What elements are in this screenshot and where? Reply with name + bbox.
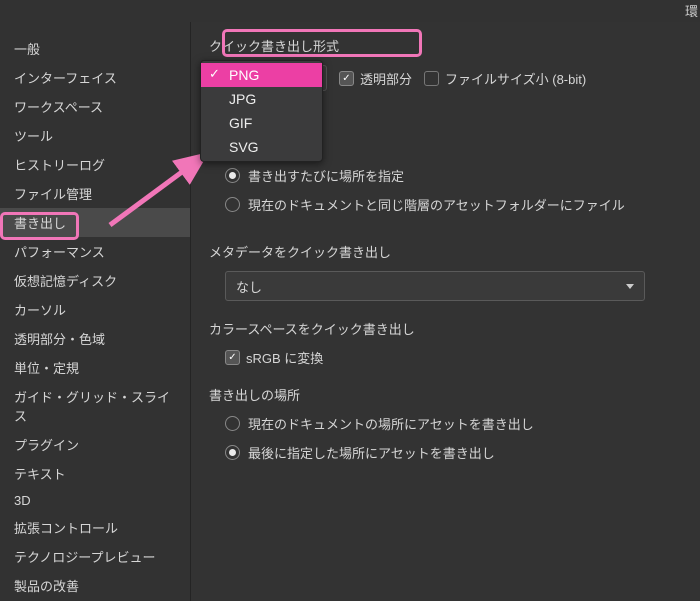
radio-asset-folder[interactable]: 現在のドキュメントと同じ階層のアセットフォルダーにファイル	[225, 195, 625, 214]
sidebar-item-enhanced[interactable]: 拡張コントロール	[0, 513, 190, 542]
radio-icon	[225, 197, 240, 212]
radio-last-location[interactable]: 最後に指定した場所にアセットを書き出し	[225, 443, 495, 462]
dropdown-item-svg[interactable]: SVG	[201, 135, 322, 159]
sidebar-item-transparency[interactable]: 透明部分・色域	[0, 324, 190, 353]
checkbox-icon	[424, 71, 439, 86]
radio-doc-location[interactable]: 現在のドキュメントの場所にアセットを書き出し	[225, 414, 534, 433]
heading-quick-export-format: クイック書き出し形式	[209, 36, 700, 55]
checkbox-icon	[225, 350, 240, 365]
radio-icon	[225, 416, 240, 431]
radio-icon	[225, 168, 240, 183]
dropdown-item-png[interactable]: PNG	[201, 63, 322, 87]
transparency-checkbox[interactable]: 透明部分	[339, 69, 412, 88]
smallfile-checkbox[interactable]: ファイルサイズ小 (8-bit)	[424, 69, 586, 88]
sidebar-item-3d[interactable]: 3D	[0, 488, 190, 513]
heading-export-location-2: 書き出しの場所	[209, 385, 700, 404]
heading-colorspace: カラースペースをクイック書き出し	[209, 319, 700, 338]
sidebar-item-plugins[interactable]: プラグイン	[0, 430, 190, 459]
sidebar-item-scratchdisks[interactable]: 仮想記憶ディスク	[0, 266, 190, 295]
metadata-select-value: なし	[236, 277, 262, 296]
transparency-label: 透明部分	[360, 69, 412, 88]
sidebar-item-historylog[interactable]: ヒストリーログ	[0, 150, 190, 179]
sidebar-item-interface[interactable]: インターフェイス	[0, 63, 190, 92]
window-title: 環	[685, 4, 698, 19]
preferences-sidebar: 一般 インターフェイス ワークスペース ツール ヒストリーログ ファイル管理 書…	[0, 22, 191, 601]
heading-metadata: メタデータをクイック書き出し	[209, 242, 700, 261]
radio-specify-each-time[interactable]: 書き出すたびに場所を指定	[225, 166, 404, 185]
srgb-checkbox[interactable]: sRGB に変換	[225, 348, 323, 367]
smallfile-label: ファイルサイズ小 (8-bit)	[445, 69, 586, 88]
chevron-down-icon	[626, 284, 634, 289]
sidebar-item-tools[interactable]: ツール	[0, 121, 190, 150]
sidebar-item-export[interactable]: 書き出し	[0, 208, 190, 237]
dropdown-item-gif[interactable]: GIF	[201, 111, 322, 135]
window-titlebar: 環	[0, 0, 700, 22]
checkbox-icon	[339, 71, 354, 86]
main-layout: 一般 インターフェイス ワークスペース ツール ヒストリーログ ファイル管理 書…	[0, 22, 700, 601]
sidebar-item-cursors[interactable]: カーソル	[0, 295, 190, 324]
metadata-select[interactable]: なし	[225, 271, 645, 301]
radio-label-text: 最後に指定した場所にアセットを書き出し	[248, 443, 495, 462]
sidebar-item-filehandling[interactable]: ファイル管理	[0, 179, 190, 208]
export-location-1-group: 書き出すたびに場所を指定 現在のドキュメントと同じ階層のアセットフォルダーにファ…	[209, 166, 700, 224]
radio-label-text: 現在のドキュメントの場所にアセットを書き出し	[248, 414, 534, 433]
radio-icon	[225, 445, 240, 460]
metadata-row: なし	[209, 271, 700, 301]
radio-label-text: 現在のドキュメントと同じ階層のアセットフォルダーにファイル	[248, 195, 625, 214]
dropdown-item-jpg[interactable]: JPG	[201, 87, 322, 111]
format-dropdown[interactable]: PNG JPG GIF SVG	[200, 60, 323, 162]
sidebar-item-techpreview[interactable]: テクノロジープレビュー	[0, 542, 190, 571]
radio-label-text: 書き出すたびに場所を指定	[248, 166, 404, 185]
sidebar-item-performance[interactable]: パフォーマンス	[0, 237, 190, 266]
sidebar-item-units[interactable]: 単位・定規	[0, 353, 190, 382]
sidebar-item-product[interactable]: 製品の改善	[0, 571, 190, 600]
sidebar-item-type[interactable]: テキスト	[0, 459, 190, 488]
srgb-label: sRGB に変換	[246, 348, 323, 367]
export-location-2-group: 現在のドキュメントの場所にアセットを書き出し 最後に指定した場所にアセットを書き…	[209, 414, 700, 472]
sidebar-item-general[interactable]: 一般	[0, 34, 190, 63]
colorspace-row: sRGB に変換	[209, 348, 700, 367]
sidebar-item-guides[interactable]: ガイド・グリッド・スライス	[0, 382, 190, 430]
sidebar-item-workspace[interactable]: ワークスペース	[0, 92, 190, 121]
